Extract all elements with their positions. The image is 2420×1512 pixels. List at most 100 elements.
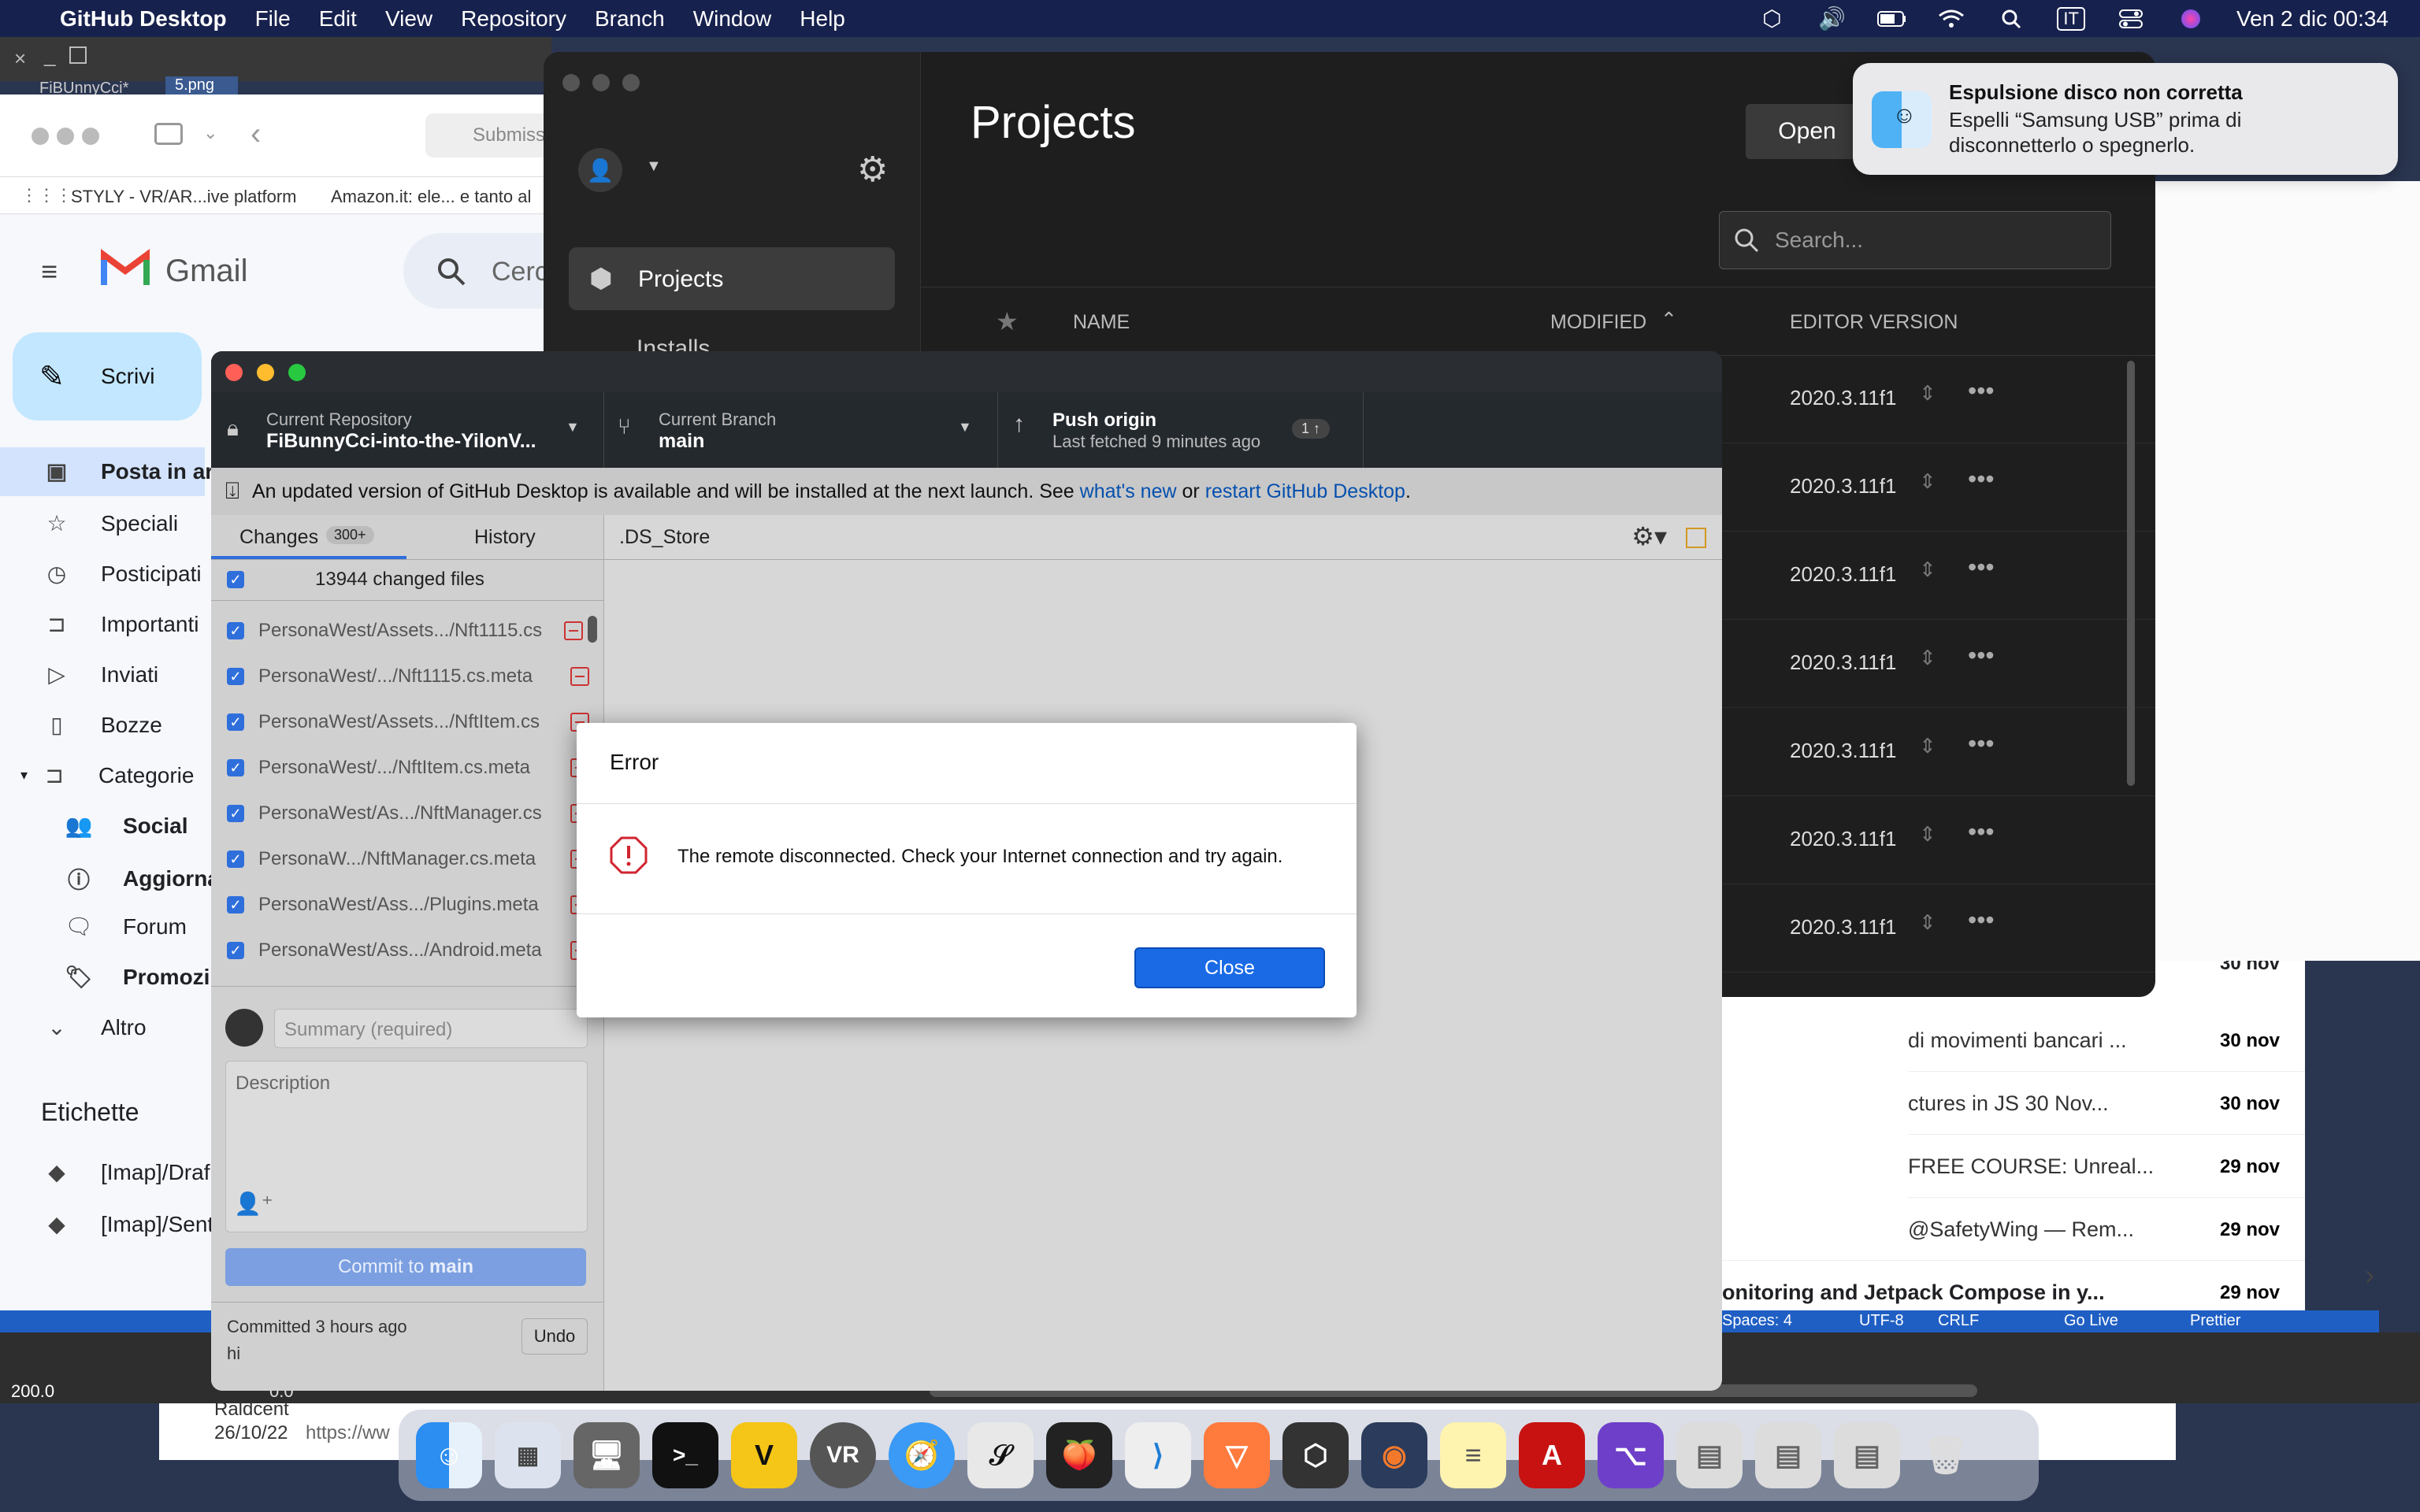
volume-icon[interactable]: 🔊	[1817, 6, 1846, 31]
dock-vectorize-icon[interactable]: V	[731, 1422, 797, 1488]
contact-url[interactable]: https://ww	[306, 1422, 390, 1444]
menu-repository[interactable]: Repository	[461, 6, 566, 32]
input-language[interactable]: IT	[2057, 6, 2085, 31]
dock-notes-icon[interactable]: ≡	[1440, 1422, 1506, 1488]
minimize-icon[interactable]: _	[44, 43, 55, 68]
bookmark-styly[interactable]: STYLY - VR/AR...ive platform	[71, 187, 297, 207]
status-eol[interactable]: CRLF	[1938, 1312, 1979, 1330]
select-all-checkbox[interactable]: ✓	[227, 571, 244, 588]
dock-terminal-icon[interactable]: >_	[652, 1422, 718, 1488]
more-icon[interactable]: •••	[1968, 729, 1995, 758]
dock-docs-icon[interactable]: ▤	[1676, 1422, 1743, 1488]
nav-starred[interactable]: ☆ Speciali	[41, 510, 178, 536]
notification[interactable]: ☺ Espulsione disco non corretta Espelli …	[1853, 63, 2398, 175]
dock-blender-icon[interactable]: ◉	[1361, 1422, 1427, 1488]
menu-app-name[interactable]: GitHub Desktop	[60, 6, 227, 32]
window-close-button[interactable]	[225, 364, 243, 381]
dock-vscode-icon[interactable]: ⟩	[1125, 1422, 1191, 1488]
status-spaces[interactable]: Spaces: 4	[1722, 1312, 1792, 1330]
dock-clip-icon[interactable]: 𝒮	[967, 1422, 1034, 1488]
more-icon[interactable]: •••	[1968, 376, 1995, 406]
list-item[interactable]: ✓ PersonaWest/Assets.../Nft1115.cs	[211, 608, 603, 654]
menu-help[interactable]: Help	[800, 6, 845, 32]
dock-trash-icon[interactable]: 🗑	[1913, 1422, 1979, 1488]
spotlight-icon[interactable]	[1997, 7, 2025, 31]
window-close-button[interactable]	[32, 128, 49, 145]
version-select-icon[interactable]: ⇕	[1919, 822, 1936, 847]
restart-link[interactable]: restart GitHub Desktop	[1205, 480, 1405, 503]
nav-inbox-item[interactable]: ▣ Posta in ar	[41, 458, 213, 484]
back-icon[interactable]: ‹	[251, 117, 261, 152]
whats-new-link[interactable]: what's new	[1080, 480, 1177, 503]
window-zoom-button[interactable]	[288, 364, 306, 381]
dock-fl-studio-icon[interactable]: 🍑	[1046, 1422, 1112, 1488]
window-minimize-button[interactable]	[592, 74, 610, 91]
file-checkbox[interactable]: ✓	[227, 805, 244, 822]
account-avatar[interactable]: 👤	[578, 148, 622, 192]
dock-downloads-icon[interactable]: ▤	[1755, 1422, 1821, 1488]
nav-updates[interactable]: ⓘ Aggiorna	[63, 863, 220, 895]
file-checkbox[interactable]: ✓	[227, 850, 244, 868]
commit-button[interactable]: Commit to main	[225, 1248, 586, 1286]
dock-launchpad-icon[interactable]: ▦	[495, 1422, 561, 1488]
nav-important[interactable]: ⊐ Importanti	[41, 611, 199, 637]
search-input[interactable]: Search...	[1719, 211, 2111, 269]
more-icon[interactable]: •••	[1968, 465, 1995, 494]
window-minimize-button[interactable]	[257, 364, 274, 381]
description-input[interactable]: Description 👤⁺	[225, 1061, 588, 1232]
close-button[interactable]: Close	[1134, 947, 1325, 988]
control-center-icon[interactable]	[2117, 7, 2145, 31]
nav-more[interactable]: ⌄ Altro	[41, 1014, 146, 1040]
browser-tab-2[interactable]: 5.png	[165, 76, 239, 94]
compose-button[interactable]: ✎ Scrivi	[13, 332, 202, 421]
nav-snoozed[interactable]: ◷ Posticipati	[41, 561, 202, 587]
repository-selector[interactable]: 🔒︎ Current Repository FiBunnyCci-into-th…	[211, 392, 604, 468]
window-close-button[interactable]	[562, 74, 580, 91]
dock-vr-icon[interactable]: VR	[810, 1422, 876, 1488]
status-go-live[interactable]: Go Live	[2064, 1312, 2118, 1330]
gear-icon[interactable]: ⚙▾	[1631, 521, 1667, 551]
chevron-down-icon[interactable]: ⌄	[203, 123, 217, 143]
nav-projects[interactable]: ⬢ Projects	[569, 247, 895, 310]
column-modified[interactable]: MODIFIED	[1550, 311, 1646, 334]
list-item[interactable]: ✓ PersonaWest/Assets.../NftItem.cs	[211, 699, 603, 745]
more-icon[interactable]: •••	[1968, 641, 1995, 670]
close-icon[interactable]: ×	[14, 46, 26, 71]
sort-ascending-icon[interactable]: ⌃	[1661, 308, 1677, 332]
menu-window[interactable]: Window	[693, 6, 772, 32]
column-name[interactable]: NAME	[1073, 311, 1130, 334]
maximize-icon[interactable]	[69, 46, 87, 64]
apps-grid-icon[interactable]: ⋮⋮⋮	[20, 185, 72, 206]
unity-tray-icon[interactable]: ⬡	[1757, 6, 1786, 31]
chevron-down-icon[interactable]: ▼	[646, 158, 662, 176]
file-checkbox[interactable]: ✓	[227, 896, 244, 914]
list-item[interactable]: ✓ PersonaW.../NftManager.cs.meta	[211, 836, 603, 882]
file-checkbox[interactable]: ✓	[227, 668, 244, 685]
dock-github-icon[interactable]: ⌥	[1598, 1422, 1664, 1488]
dock-unity-icon[interactable]: ⬡	[1282, 1422, 1349, 1488]
dock-folder-icon[interactable]: ▤	[1834, 1422, 1900, 1488]
label-drafts[interactable]: ◆ [Imap]/Draf	[41, 1159, 210, 1185]
menu-edit[interactable]: Edit	[319, 6, 357, 32]
dock-safari-icon[interactable]: 🧭	[889, 1422, 955, 1488]
version-select-icon[interactable]: ⇕	[1919, 558, 1936, 582]
more-icon[interactable]: •••	[1968, 553, 1995, 582]
version-select-icon[interactable]: ⇕	[1919, 381, 1936, 406]
label-sent[interactable]: ◆ [Imap]/Sent	[41, 1211, 213, 1237]
version-select-icon[interactable]: ⇕	[1919, 734, 1936, 758]
sidebar-toggle-icon[interactable]	[154, 123, 183, 145]
file-checkbox[interactable]: ✓	[227, 942, 244, 959]
dock-vectary-icon[interactable]: ▽	[1204, 1422, 1270, 1488]
list-item[interactable]: ✓ PersonaWest/Ass.../Android.meta	[211, 928, 603, 973]
file-checkbox[interactable]: ✓	[227, 759, 244, 776]
file-checkbox[interactable]: ✓	[227, 713, 244, 731]
dock-acrobat-icon[interactable]: A	[1519, 1422, 1585, 1488]
nav-categories[interactable]: ▾ ⊐ Categorie	[20, 762, 194, 788]
bookmark-amazon[interactable]: Amazon.it: ele... e tanto al	[331, 187, 531, 207]
version-select-icon[interactable]: ⇕	[1919, 646, 1936, 670]
siri-icon[interactable]	[2177, 7, 2205, 31]
window-minimize-button[interactable]	[57, 128, 74, 145]
window-zoom-button[interactable]	[82, 128, 99, 145]
open-button[interactable]: Open	[1746, 104, 1869, 159]
summary-input[interactable]: Summary (required)	[274, 1009, 588, 1048]
